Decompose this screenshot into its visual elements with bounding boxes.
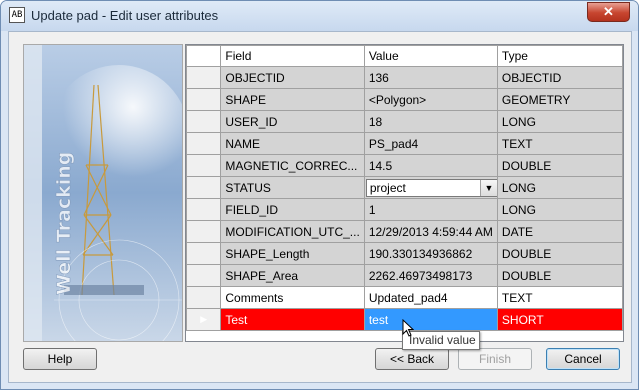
oil-rig-illustration: Well Tracking [24,45,182,341]
row-selector[interactable] [186,132,222,155]
value-cell-editing[interactable]: test [363,308,498,331]
value-cell[interactable]: 190.330134936862 [363,242,498,265]
table-row[interactable]: MAGNETIC_CORREC... 14.5 DOUBLE [186,154,623,177]
finish-button[interactable]: Finish [458,348,532,370]
type-cell: LONG [496,198,623,221]
row-selector[interactable] [186,220,222,243]
value-cell[interactable]: project ▼ [363,176,498,199]
table-row[interactable]: FIELD_ID 1 LONG [186,198,623,221]
type-cell: LONG [496,110,623,133]
type-cell: SHORT [496,308,623,331]
field-name-cell: Comments [220,286,365,309]
field-name-cell: STATUS [220,176,365,199]
row-selector[interactable] [186,198,222,221]
value-cell[interactable]: 18 [363,110,498,133]
table-row[interactable]: OBJECTID 136 OBJECTID [186,66,623,89]
type-cell: DATE [496,220,623,243]
cancel-button[interactable]: Cancel [546,348,620,370]
table-row[interactable]: SHAPE_Area 2262.46973498173 DOUBLE [186,264,623,287]
status-dropdown[interactable]: project ▼ [365,178,497,197]
table-row[interactable]: STATUS project ▼ LONG [186,176,623,199]
row-selector[interactable] [186,66,222,89]
value-cell[interactable]: PS_pad4 [363,132,498,155]
field-name-cell: SHAPE_Length [220,242,365,265]
value-cell[interactable]: Updated_pad4 [363,286,498,309]
value-cell[interactable]: 136 [363,66,498,89]
help-button[interactable]: Help [23,348,97,370]
type-cell: DOUBLE [496,242,623,265]
field-name-cell: MODIFICATION_UTC_... [220,220,365,243]
window-title: Update pad - Edit user attributes [31,8,219,23]
field-name-cell: SHAPE [220,88,365,111]
row-selector[interactable] [186,88,222,111]
field-name-cell: FIELD_ID [220,198,365,221]
banner-text: Well Tracking [53,152,75,295]
field-name-cell: Test [220,308,365,331]
field-name-cell: OBJECTID [220,66,365,89]
value-cell[interactable]: 14.5 [363,154,498,177]
type-cell: GEOMETRY [496,88,623,111]
column-header-value[interactable]: Value [363,45,498,67]
column-header-type[interactable]: Type [496,45,623,67]
dialog-body: Well Tracking Field Value Type OBJECTID … [8,31,632,383]
table-row[interactable]: Comments Updated_pad4 TEXT [186,286,623,309]
field-name-cell: NAME [220,132,365,155]
type-cell: DOUBLE [496,154,623,177]
table-row[interactable]: USER_ID 18 LONG [186,110,623,133]
attributes-grid[interactable]: Field Value Type OBJECTID 136 OBJECTID S [185,44,624,342]
mouse-pointer-icon [402,319,414,337]
banner-image: Well Tracking [23,44,183,342]
table-row[interactable]: MODIFICATION_UTC_... 12/29/2013 4:59:44 … [186,220,623,243]
type-cell: LONG [496,176,623,199]
dialog-window: AB Update pad - Edit user attributes ✕ W… [0,0,639,390]
row-selector[interactable] [186,110,222,133]
column-header-field[interactable]: Field [220,45,365,67]
value-cell[interactable]: <Polygon> [363,88,498,111]
table-row[interactable]: SHAPE_Length 190.330134936862 DOUBLE [186,242,623,265]
row-selector[interactable] [186,176,222,199]
chevron-down-icon[interactable]: ▼ [479,179,497,196]
app-icon: AB [9,7,25,23]
close-button[interactable]: ✕ [587,2,630,22]
field-name-cell: USER_ID [220,110,365,133]
type-cell: TEXT [496,132,623,155]
value-cell[interactable]: 2262.46973498173 [363,264,498,287]
row-selector[interactable] [186,242,222,265]
type-cell: OBJECTID [496,66,623,89]
value-cell[interactable]: 12/29/2013 4:59:44 AM [363,220,498,243]
current-row-indicator-icon[interactable]: ▶ [186,308,222,331]
grid-corner-header [186,45,222,67]
field-name-cell: MAGNETIC_CORREC... [220,154,365,177]
back-button[interactable]: << Back [375,348,449,370]
row-selector[interactable] [186,154,222,177]
type-cell: DOUBLE [496,264,623,287]
status-dropdown-value: project [369,180,406,195]
table-row[interactable]: SHAPE <Polygon> GEOMETRY [186,88,623,111]
row-selector[interactable] [186,264,222,287]
field-name-cell: SHAPE_Area [220,264,365,287]
grid-header-row: Field Value Type [186,45,623,67]
type-cell: TEXT [496,286,623,309]
table-row[interactable]: NAME PS_pad4 TEXT [186,132,623,155]
title-bar[interactable]: AB Update pad - Edit user attributes ✕ [1,1,638,31]
row-selector[interactable] [186,286,222,309]
value-cell[interactable]: 1 [363,198,498,221]
